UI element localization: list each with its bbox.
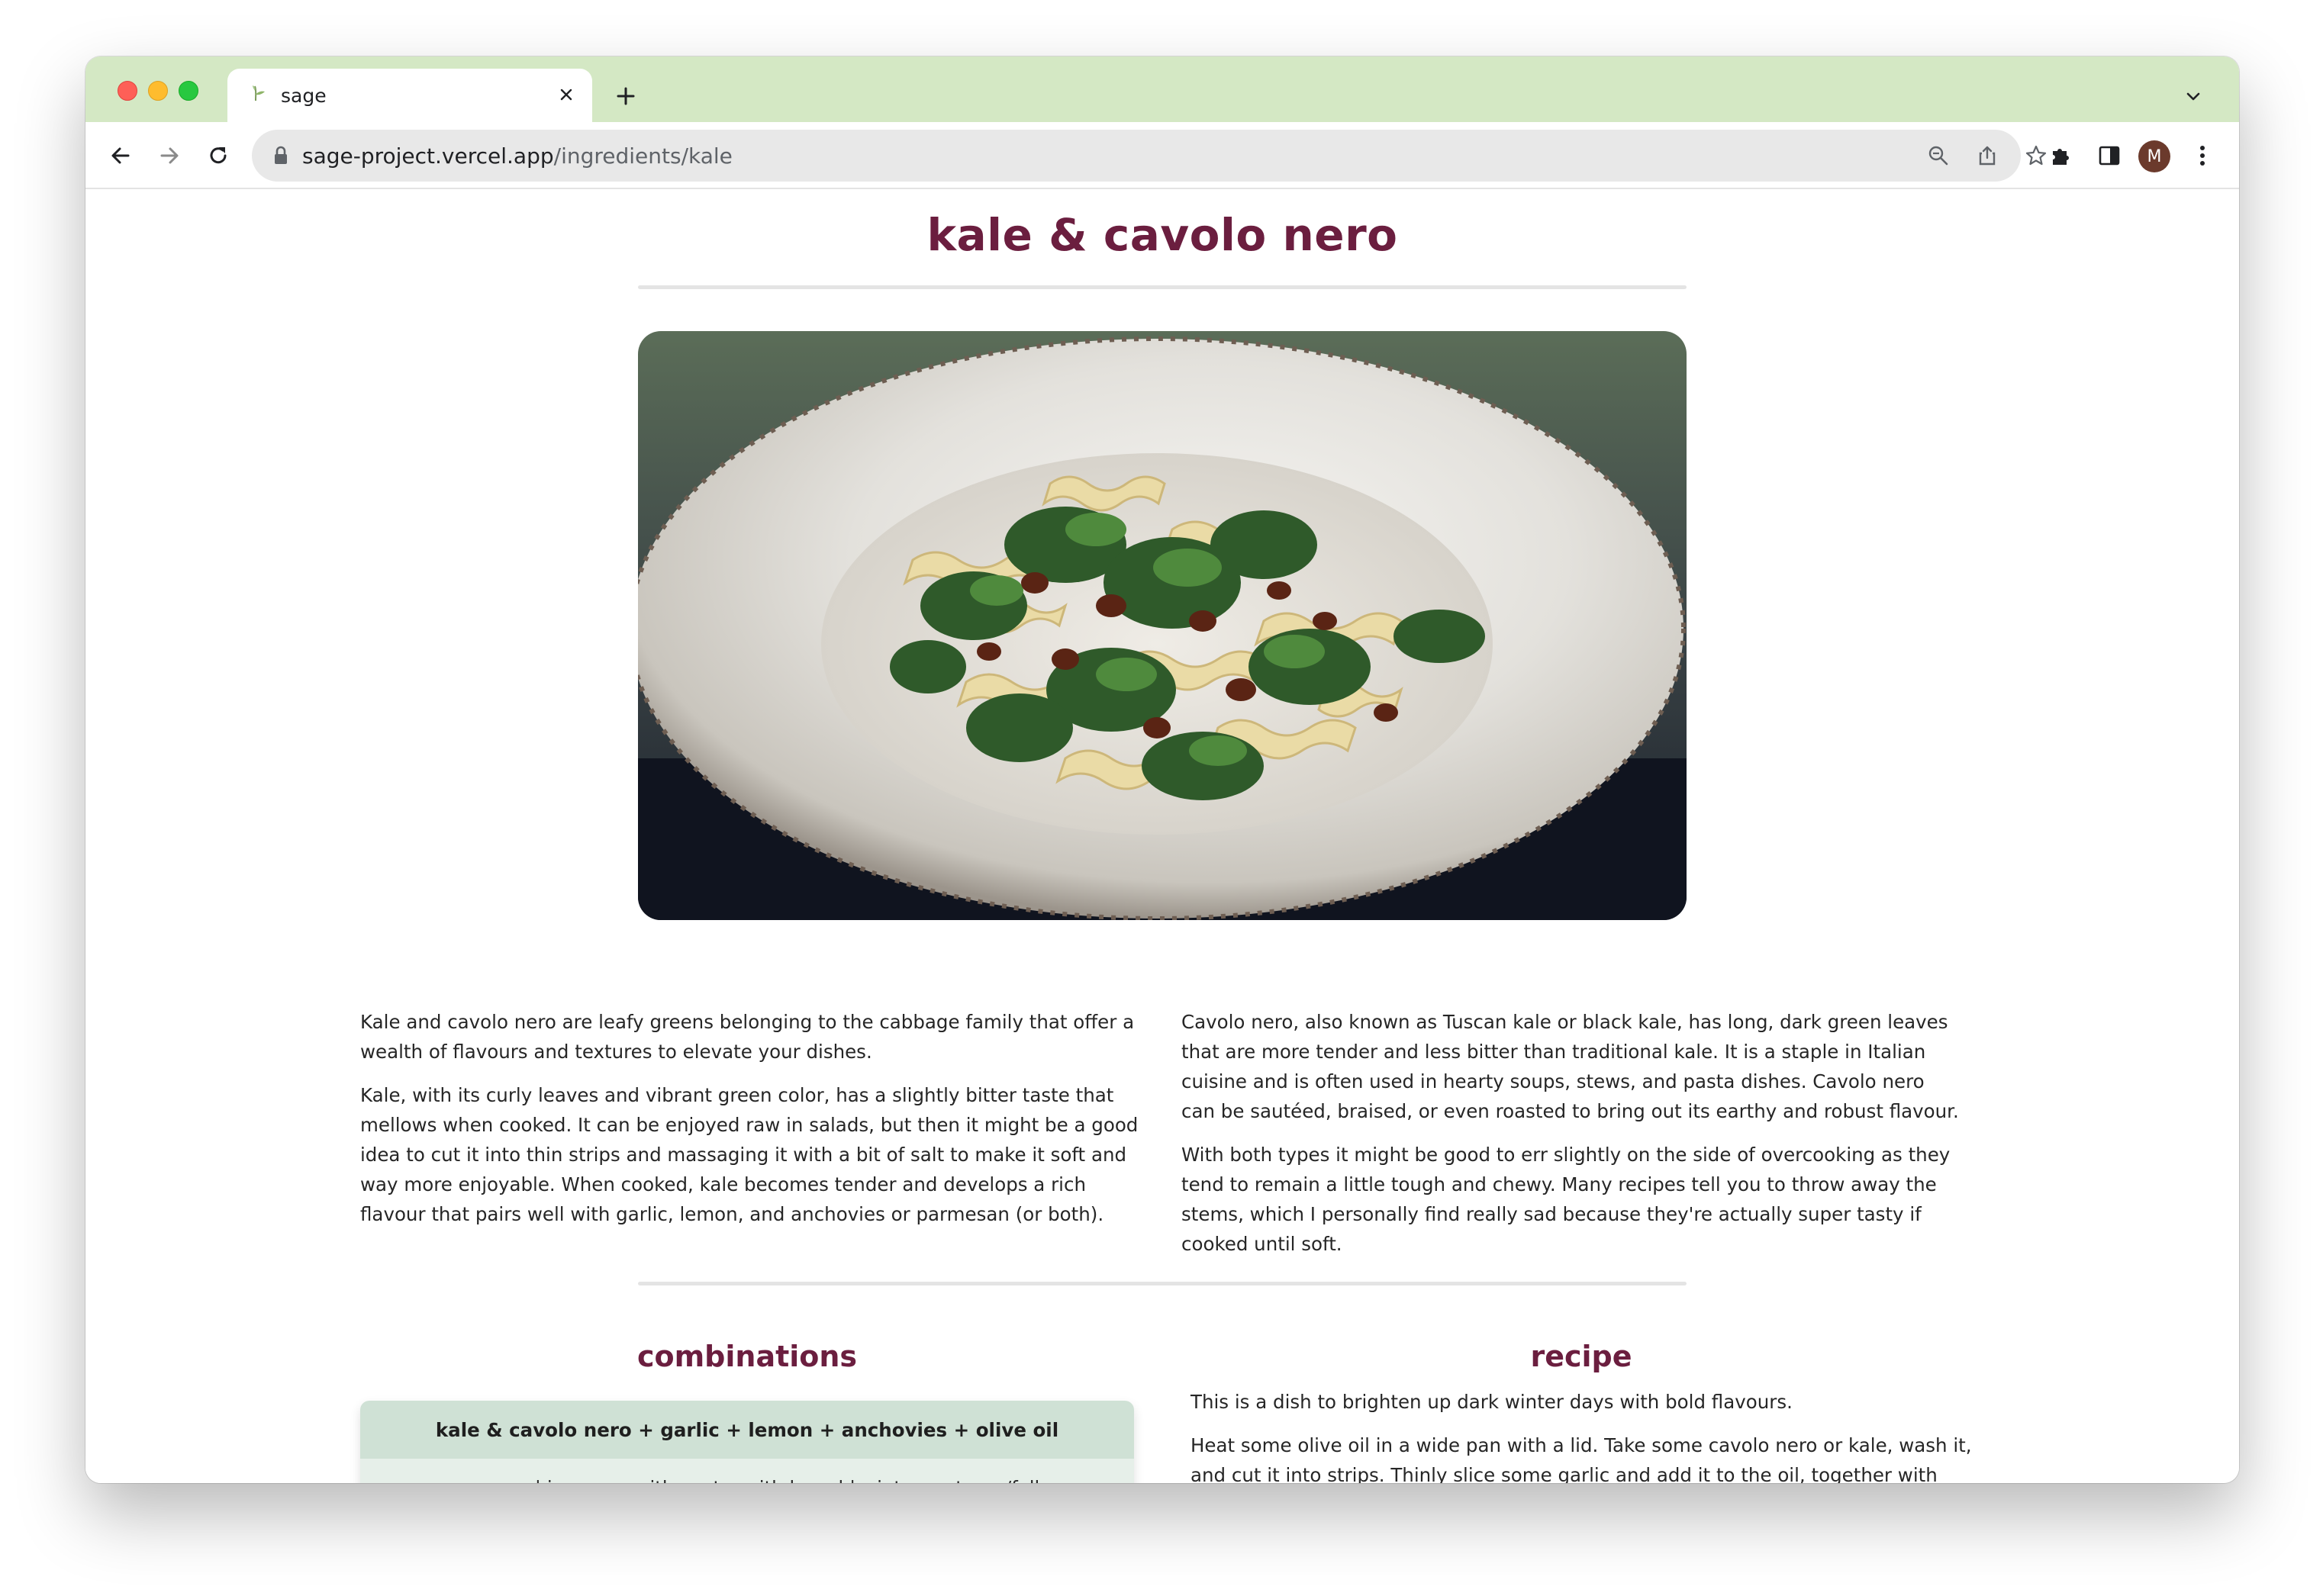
intro-paragraph: Cavolo nero, also known as Tuscan kale o… xyxy=(1181,1011,1959,1122)
maximize-window-button[interactable] xyxy=(179,81,198,101)
intro-paragraph: Kale, with its curly leaves and vibrant … xyxy=(360,1084,1139,1225)
minimize-window-button[interactable] xyxy=(148,81,168,101)
intro-left-column: Kale and cavolo nero are leafy greens be… xyxy=(360,1007,1142,1243)
recipe-paragraph: This is a dish to brighten up dark winte… xyxy=(1190,1391,1793,1413)
combinations-heading: combinations xyxy=(636,1340,858,1373)
share-icon xyxy=(1979,146,1996,166)
url-path: /ingredients/kale xyxy=(553,143,733,169)
side-panel-icon xyxy=(2099,146,2120,166)
hero-image xyxy=(638,331,1687,920)
new-tab-button[interactable] xyxy=(611,81,641,111)
share-button[interactable] xyxy=(1973,142,2001,169)
url-text: sage-project.vercel.app/ingredients/kale xyxy=(302,143,733,169)
tab-close-button[interactable] xyxy=(554,82,578,107)
arrow-left-icon xyxy=(111,147,130,164)
chevron-down-icon xyxy=(2186,92,2200,101)
page-content: kale & cavolo nero Kale and cavolo nero … xyxy=(85,189,2239,1483)
lock-icon xyxy=(275,146,287,164)
reload-button[interactable] xyxy=(200,137,237,174)
extensions-button[interactable] xyxy=(2044,139,2077,172)
tab-title: sage xyxy=(281,85,327,107)
back-button[interactable] xyxy=(102,137,139,174)
arrow-right-icon xyxy=(160,147,179,164)
section-divider xyxy=(638,1282,1687,1285)
tab-search-button[interactable] xyxy=(2180,82,2207,110)
combination-tags: savoury | in a pan, with pasta, with bre… xyxy=(360,1459,1134,1483)
browser-window: sage sage-project.vercel.app/ingredients… xyxy=(85,56,2239,1483)
intro-paragraph: With both types it might be good to err … xyxy=(1181,1144,1951,1255)
browser-menu-button[interactable] xyxy=(2186,139,2219,172)
url-host: sage-project.vercel.app xyxy=(302,143,554,169)
intro-right-column: Cavolo nero, also known as Tuscan kale o… xyxy=(1181,1007,1963,1273)
tab-sage[interactable]: sage xyxy=(227,69,592,122)
recipe-text: This is a dish to brighten up dark winte… xyxy=(1190,1387,1972,1483)
reload-icon xyxy=(210,147,227,164)
recipe-paragraph: Heat some olive oil in a wide pan with a… xyxy=(1190,1434,1972,1483)
kebab-menu-icon xyxy=(2200,146,2205,166)
zoom-button[interactable] xyxy=(1925,142,1952,169)
close-window-button[interactable] xyxy=(118,81,137,101)
puzzle-icon xyxy=(2053,149,2069,165)
zoom-icon xyxy=(1928,146,1948,166)
pasta-dish-image xyxy=(638,331,1687,920)
forward-button[interactable] xyxy=(151,137,188,174)
intro-paragraph: Kale and cavolo nero are leafy greens be… xyxy=(360,1011,1135,1063)
combination-ingredients: kale & cavolo nero + garlic + lemon + an… xyxy=(360,1401,1134,1459)
combination-card[interactable]: kale & cavolo nero + garlic + lemon + an… xyxy=(360,1401,1134,1483)
sage-leaf-icon xyxy=(253,85,265,101)
plus-icon xyxy=(617,87,635,105)
page-title: kale & cavolo nero xyxy=(926,209,1398,261)
title-divider xyxy=(638,285,1687,289)
side-panel-button[interactable] xyxy=(2093,139,2126,172)
browser-toolbar: sage-project.vercel.app/ingredients/kale xyxy=(85,122,2239,189)
close-icon xyxy=(560,88,572,101)
profile-avatar[interactable]: M xyxy=(2138,140,2170,172)
recipe-heading: recipe xyxy=(1530,1340,1632,1373)
tab-strip: sage xyxy=(85,56,2239,122)
address-bar[interactable]: sage-project.vercel.app/ingredients/kale xyxy=(252,130,2047,182)
screen: sage sage-project.vercel.app/ingredients… xyxy=(0,0,2323,1596)
